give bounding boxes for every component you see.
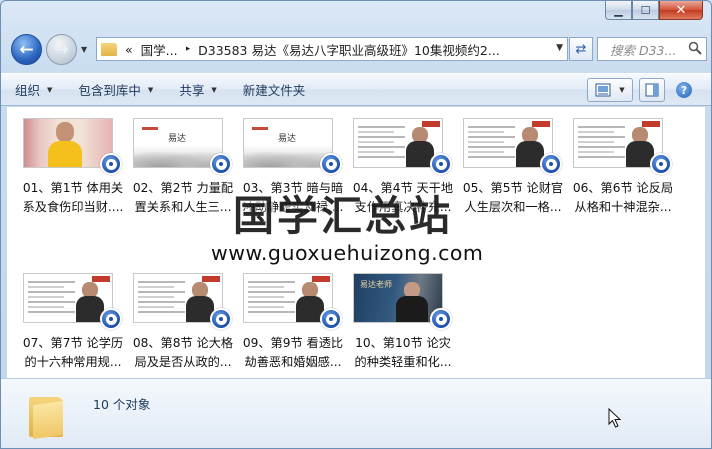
- address-bar[interactable]: « 国学... ▸ D33583 易达《易达八字职业高级班》10集视频约2...…: [96, 37, 568, 61]
- thumbnail-caption: 易达老师: [360, 280, 392, 289]
- file-name-line: 07、第7节 论学历: [22, 336, 124, 350]
- file-name-line: 10、第10节 论灾: [355, 336, 451, 350]
- video-player-icon: [100, 308, 122, 330]
- thumbnail-caption: 易达: [168, 134, 187, 144]
- watermark-url: www.guoxuehuizong.com: [211, 241, 484, 265]
- mouse-cursor-icon: [608, 408, 622, 428]
- file-name: 05、第5节 论财官 人生层次和一格...: [455, 179, 571, 217]
- change-view-button[interactable]: ▼: [587, 78, 633, 102]
- item-count: 10 个对象: [93, 397, 151, 412]
- forward-button[interactable]: →: [46, 34, 77, 65]
- file-name-line: 的十六种常用规...: [24, 355, 122, 369]
- chevron-down-icon: ▼: [211, 85, 217, 94]
- close-button[interactable]: ✕: [659, 1, 703, 20]
- file-name: 08、第8节 论大格 局及是否从政的...: [125, 334, 241, 372]
- video-player-icon: [650, 153, 672, 175]
- navigation-row: ← → ▼ « 国学... ▸ D33583 易达《易达八字职业高级班》10集视…: [1, 31, 711, 69]
- breadcrumb-item[interactable]: D33583 易达《易达八字职业高级班》10集视频约2...: [198, 40, 500, 59]
- search-input[interactable]: 搜索 D33...: [597, 37, 707, 61]
- refresh-icon: ⇄: [575, 41, 587, 57]
- file-name-line: 劫善恶和婚姻感...: [244, 355, 342, 369]
- back-arrow-icon: ←: [19, 39, 34, 60]
- explorer-window: ▁ ☐ ✕ ← → ▼ « 国学... ▸ D33583 易达《易达八字职业高级…: [0, 0, 712, 449]
- file-name: 01、第1节 体用关 系及食伤印当财....: [15, 179, 131, 217]
- organize-menu[interactable]: 组织 ▼: [1, 80, 64, 99]
- file-name-line: 09、第9节 看透比: [242, 336, 344, 350]
- video-player-icon: [320, 308, 342, 330]
- search-icon: [688, 41, 702, 55]
- file-name-line: 系及食伤印当财....: [22, 200, 124, 214]
- video-player-icon: [100, 153, 122, 175]
- file-name-line: 02、第2节 力量配: [132, 181, 234, 195]
- file-name: 09、第9节 看透比 劫善恶和婚姻感...: [235, 334, 351, 372]
- breadcrumb-separator-icon[interactable]: ▸: [186, 44, 191, 54]
- file-name: 10、第10节 论灾 的种类轻重和化...: [345, 334, 461, 372]
- minimize-button[interactable]: ▁: [605, 1, 632, 20]
- refresh-button[interactable]: ⇄: [569, 37, 593, 61]
- organize-label: 组织: [15, 83, 41, 98]
- preview-pane-button[interactable]: [639, 78, 665, 102]
- file-name: 06、第6节 论反局 从格和十神混杂...: [565, 179, 681, 217]
- video-player-icon: [540, 153, 562, 175]
- watermark-text: 国学汇总站: [233, 192, 453, 240]
- file-name-line: 01、第1节 体用关: [22, 181, 124, 195]
- video-player-icon: [210, 308, 232, 330]
- view-thumbnails-icon: [595, 83, 611, 97]
- file-name-line: 人生层次和一格...: [464, 200, 562, 214]
- file-name: 02、第2节 力量配 置关系和人生三...: [125, 179, 241, 217]
- file-name-line: 08、第8节 论大格: [132, 336, 234, 350]
- include-label: 包含到库中: [78, 83, 141, 98]
- video-player-icon: [430, 153, 452, 175]
- details-pane: 10 个对象: [1, 378, 711, 448]
- video-player-icon: [210, 153, 232, 175]
- chevron-down-icon: ▼: [47, 85, 53, 94]
- file-name-line: 置关系和人生三...: [134, 200, 232, 214]
- breadcrumb-item[interactable]: 国学...: [141, 40, 178, 59]
- new-folder-button[interactable]: 新建文件夹: [229, 80, 318, 99]
- include-in-library-menu[interactable]: 包含到库中 ▼: [64, 80, 165, 99]
- file-name: 07、第7节 论学历 的十六种常用规...: [15, 334, 131, 372]
- view-controls: ▼ ?: [587, 78, 697, 102]
- address-dropdown[interactable]: ▼: [556, 43, 563, 53]
- chevron-down-icon: ▼: [147, 85, 154, 94]
- recent-pages-dropdown[interactable]: ▼: [81, 45, 87, 54]
- video-player-icon: [320, 153, 342, 175]
- share-label: 共享: [179, 83, 205, 98]
- back-button[interactable]: ←: [11, 34, 42, 65]
- maximize-button[interactable]: ☐: [632, 1, 659, 20]
- breadcrumb-overflow[interactable]: «: [125, 42, 133, 57]
- file-name-line: 05、第5节 论财官: [462, 181, 564, 195]
- new-folder-label: 新建文件夹: [242, 83, 306, 98]
- video-player-icon: [430, 308, 452, 330]
- file-name-line: 的种类轻重和化...: [354, 355, 452, 369]
- folder-icon: [29, 393, 65, 440]
- share-menu[interactable]: 共享 ▼: [165, 80, 228, 99]
- file-name-line: 局及是否从政的...: [134, 355, 232, 369]
- caption-buttons: ▁ ☐ ✕: [605, 1, 703, 21]
- command-bar: 组织 ▼ 包含到库中 ▼ 共享 ▼ 新建文件夹 ▼ ?: [1, 73, 711, 106]
- file-name-line: 从格和十神混杂...: [574, 200, 672, 214]
- preview-pane-icon: [645, 83, 659, 97]
- forward-arrow-icon: →: [54, 39, 69, 60]
- search-placeholder: 搜索 D33...: [610, 42, 677, 58]
- chevron-down-icon: ▼: [619, 86, 625, 94]
- thumbnail-caption: 易达: [278, 134, 297, 144]
- folder-icon: [101, 42, 117, 56]
- help-button[interactable]: ?: [671, 78, 697, 102]
- help-icon: ?: [676, 82, 692, 98]
- file-name-line: 06、第6节 论反局: [572, 181, 674, 195]
